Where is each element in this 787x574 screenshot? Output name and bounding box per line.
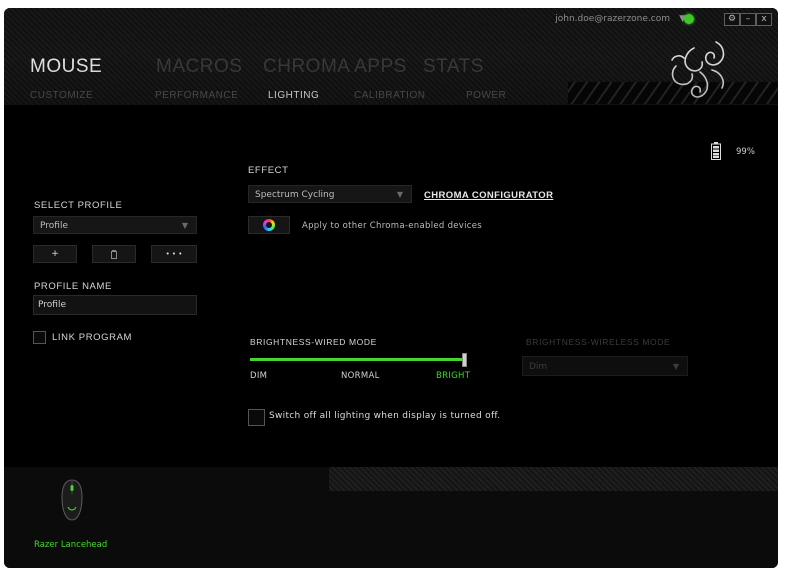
battery-icon xyxy=(711,142,721,160)
razer-snake-logo xyxy=(671,41,725,98)
link-program-label: LINK PROGRAM xyxy=(52,332,133,343)
tab-chroma-apps[interactable]: CHROMA APPS xyxy=(263,56,407,78)
chroma-configurator-link[interactable]: CHROMA CONFIGURATOR xyxy=(424,190,553,201)
device-name[interactable]: Razer Lancehead xyxy=(34,540,107,550)
select-profile-label: SELECT PROFILE xyxy=(34,200,123,211)
header-stripes-decoration xyxy=(568,82,778,104)
chroma-color-wheel-icon xyxy=(263,219,275,231)
brightness-wireless-value: Dim xyxy=(529,362,548,372)
tab-mouse[interactable]: MOUSE xyxy=(30,56,102,78)
user-email[interactable]: john.doe@razerzone.com xyxy=(555,14,670,24)
brightness-tick-dim: DIM xyxy=(250,371,268,381)
apply-chroma-button[interactable] xyxy=(248,216,290,234)
switch-off-lighting-label: Switch off all lighting when display is … xyxy=(269,411,501,421)
effect-dropdown-value: Spectrum Cycling xyxy=(255,190,335,200)
brightness-tick-normal: NORMAL xyxy=(341,371,380,381)
footer-left-panel xyxy=(4,467,329,491)
brightness-tick-bright: BRIGHT xyxy=(436,371,471,381)
effect-label: EFFECT xyxy=(248,165,289,176)
tab-macros[interactable]: MACROS xyxy=(156,56,242,78)
more-options-button[interactable]: • • • xyxy=(151,245,197,263)
close-button[interactable]: x xyxy=(756,13,772,26)
effect-dropdown[interactable]: Spectrum Cycling ▼ xyxy=(248,185,412,203)
profile-dropdown-value: Profile xyxy=(40,221,68,231)
synapse-window: john.doe@razerzone.com ▼ ⚙ – x MOUSE MAC… xyxy=(4,8,778,568)
delete-profile-button[interactable] xyxy=(92,245,136,263)
brightness-wired-fill xyxy=(250,358,464,361)
subtab-power[interactable]: POWER xyxy=(466,90,506,101)
chevron-down-icon: ▼ xyxy=(396,190,403,199)
minimize-button[interactable]: – xyxy=(740,13,756,26)
subtab-customize[interactable]: CUSTOMIZE xyxy=(30,90,93,101)
add-profile-button[interactable]: + xyxy=(33,245,77,263)
profile-name-label: PROFILE NAME xyxy=(34,281,112,292)
brightness-wired-slider-handle[interactable] xyxy=(462,353,467,367)
switch-off-lighting-checkbox[interactable] xyxy=(248,409,265,426)
apply-chroma-label: Apply to other Chroma-enabled devices xyxy=(302,221,483,231)
tab-stats[interactable]: STATS xyxy=(423,56,484,78)
battery-percent: 99% xyxy=(736,147,755,157)
brightness-wireless-dropdown[interactable]: Dim ▼ xyxy=(522,356,688,376)
online-status-icon xyxy=(684,14,694,24)
brightness-wired-label: BRIGHTNESS-WIRED MODE xyxy=(250,337,377,347)
brightness-wired-slider[interactable] xyxy=(250,358,464,361)
brightness-wireless-label: BRIGHTNESS-WIRELESS MODE xyxy=(526,337,671,347)
subtab-performance[interactable]: PERFORMANCE xyxy=(155,90,238,101)
main-content: 99% SELECT PROFILE Profile ▼ + • • • PRO… xyxy=(4,105,778,467)
header: john.doe@razerzone.com ▼ ⚙ – x MOUSE MAC… xyxy=(4,8,778,105)
user-menu-caret-icon[interactable]: ▼ xyxy=(679,14,686,24)
profile-dropdown[interactable]: Profile ▼ xyxy=(33,216,197,234)
mouse-device-icon[interactable] xyxy=(60,479,84,521)
chevron-down-icon: ▼ xyxy=(672,362,679,371)
device-footer: Razer Lancehead xyxy=(4,467,778,568)
settings-button[interactable]: ⚙ xyxy=(724,13,740,26)
link-program-checkbox[interactable] xyxy=(33,331,46,344)
subtab-calibration[interactable]: CALIBRATION xyxy=(354,90,425,101)
subtab-lighting[interactable]: LIGHTING xyxy=(268,90,319,101)
trash-icon xyxy=(111,250,117,259)
chevron-down-icon: ▼ xyxy=(181,221,188,230)
profile-name-input[interactable]: Profile xyxy=(33,295,197,315)
